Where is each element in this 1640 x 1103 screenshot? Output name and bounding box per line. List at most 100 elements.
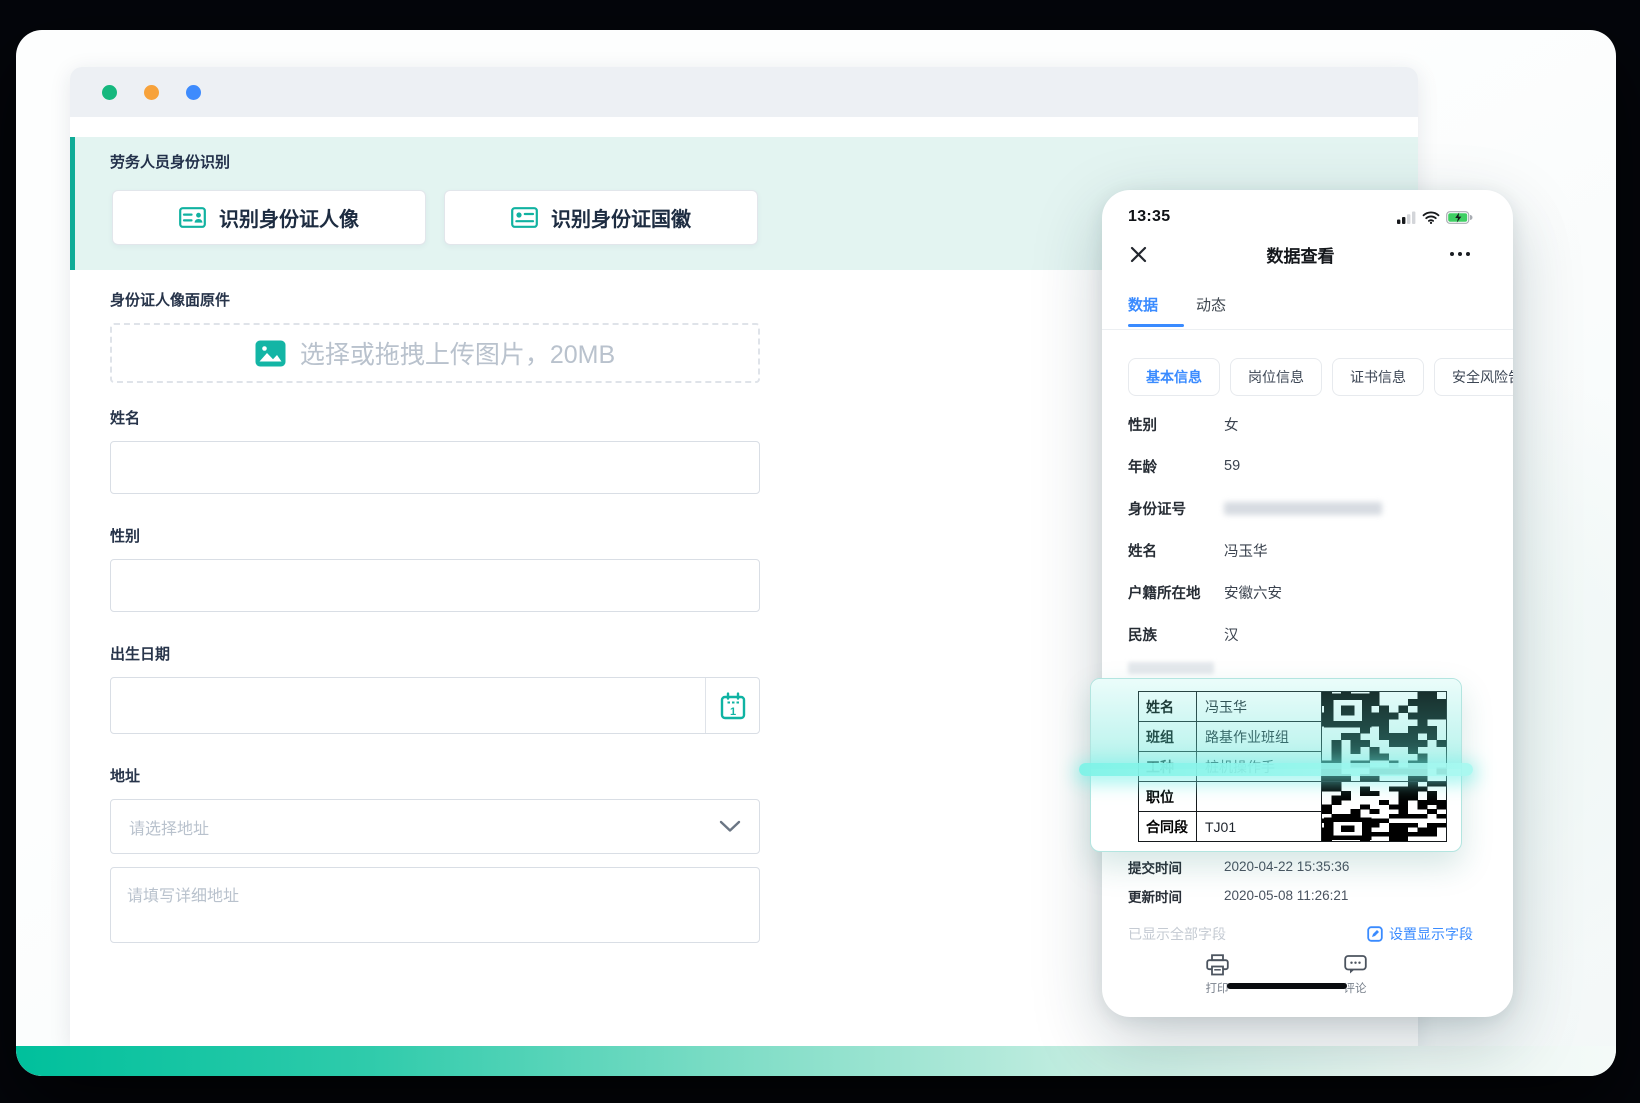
status-icons: [1397, 211, 1473, 224]
image-upload-icon: [255, 340, 286, 367]
badge-label: 工种: [1139, 752, 1197, 782]
calendar-icon: 1: [720, 692, 746, 720]
window-dot-minimize[interactable]: [144, 85, 159, 100]
gender-field-label: 性别: [110, 525, 140, 546]
comment-action-label: 评论: [1344, 980, 1367, 996]
field-value: 汉: [1224, 624, 1239, 645]
chip-basic-info[interactable]: 基本信息: [1128, 358, 1220, 396]
field-row: 姓名冯玉华: [1128, 529, 1473, 571]
badge-value: 路基作业班组: [1197, 722, 1322, 752]
field-row: 性别女: [1128, 403, 1473, 445]
field-value: 安徽六安: [1224, 582, 1282, 603]
more-button[interactable]: [1447, 249, 1473, 259]
badge-value: 冯玉华: [1197, 692, 1322, 722]
close-button[interactable]: [1128, 244, 1149, 265]
field-row: 民族汉: [1128, 613, 1473, 655]
recognize-portrait-button[interactable]: 识别身份证人像: [112, 190, 426, 245]
tab-activity[interactable]: 动态: [1196, 294, 1226, 315]
phone-nav-bar: 数据查看: [1128, 240, 1473, 268]
name-input[interactable]: [110, 441, 760, 494]
upload-field-label: 身份证人像面原件: [110, 289, 230, 310]
timestamp-fields: 提交时间2020-04-22 15:35:36 更新时间2020-05-08 1…: [1128, 852, 1473, 910]
field-row: 更新时间2020-05-08 11:26:21: [1128, 881, 1473, 910]
svg-text:1: 1: [729, 706, 735, 718]
chip-post-info[interactable]: 岗位信息: [1230, 358, 1322, 396]
birthdate-input[interactable]: [111, 678, 705, 733]
page-background: 劳务人员身份识别 识别身份证人像 识别身份证国徽 身份证人像面原件 选择或拖拽上…: [0, 0, 1640, 1103]
chip-certificate-info[interactable]: 证书信息: [1332, 358, 1424, 396]
recognize-emblem-button[interactable]: 识别身份证国徽: [444, 190, 758, 245]
badge-value: [1197, 782, 1322, 812]
set-visible-fields-button[interactable]: 设置显示字段: [1367, 924, 1473, 944]
recognize-portrait-label: 识别身份证人像: [219, 203, 359, 232]
bottom-accent-bar: [16, 1046, 1616, 1076]
section-accent-bar: [70, 137, 75, 270]
chip-safety-notice[interactable]: 安全风险告知: [1434, 358, 1513, 396]
field-value: 女: [1224, 414, 1239, 435]
qr-code-bottom: [1322, 782, 1447, 842]
badge-label: 职位: [1139, 782, 1197, 812]
upload-dropzone[interactable]: 选择或拖拽上传图片，20MB: [110, 323, 760, 383]
qr-code-top: [1322, 692, 1447, 782]
comment-action-button[interactable]: 评论: [1332, 954, 1378, 996]
cellular-signal-icon: [1397, 211, 1416, 224]
field-label: 更新时间: [1128, 886, 1224, 906]
field-row: 户籍所在地安徽六安: [1128, 571, 1473, 613]
section-title: 劳务人员身份识别: [110, 151, 230, 172]
field-label: 年龄: [1128, 456, 1224, 477]
more-icon: [1449, 251, 1471, 257]
recognize-emblem-label: 识别身份证国徽: [551, 203, 691, 232]
all-fields-shown-note: 已显示全部字段: [1128, 924, 1226, 944]
birthdate-input-group: 1: [110, 677, 760, 734]
name-field-label: 姓名: [110, 407, 140, 428]
phone-page-title: 数据查看: [1128, 242, 1473, 267]
gender-input[interactable]: [110, 559, 760, 612]
address-field-label: 地址: [110, 765, 140, 786]
print-action-label: 打印: [1206, 980, 1229, 996]
id-number-blurred-value: [1224, 502, 1382, 515]
printer-icon: [1206, 954, 1229, 976]
calendar-picker-button[interactable]: 1: [705, 678, 759, 733]
field-value: 冯玉华: [1224, 540, 1268, 561]
field-row: 提交时间2020-04-22 15:35:36: [1128, 852, 1473, 881]
badge-label: 班组: [1139, 722, 1197, 752]
phone-status-bar: 13:35: [1128, 206, 1473, 228]
address-select[interactable]: 请选择地址: [110, 799, 760, 854]
field-label: 姓名: [1128, 540, 1224, 561]
field-row: 身份证号: [1128, 487, 1473, 529]
app-card: 劳务人员身份识别 识别身份证人像 识别身份证国徽 身份证人像面原件 选择或拖拽上…: [16, 30, 1616, 1076]
tabs-divider: [1102, 329, 1513, 330]
field-value: 59: [1224, 458, 1240, 474]
badge-label: 姓名: [1139, 692, 1197, 722]
hidden-field-smudge: [1128, 662, 1214, 674]
window-dot-maximize[interactable]: [186, 85, 201, 100]
field-label: 户籍所在地: [1128, 582, 1224, 603]
info-category-chips: 基本信息 岗位信息 证书信息 安全风险告知: [1128, 358, 1513, 396]
recognition-buttons: 识别身份证人像 识别身份证国徽: [112, 190, 758, 245]
window-dot-close[interactable]: [102, 85, 117, 100]
tab-data[interactable]: 数据: [1128, 294, 1158, 315]
browser-titlebar: [70, 67, 1418, 117]
chevron-down-icon: [719, 820, 741, 833]
upload-hint-text: 选择或拖拽上传图片，20MB: [300, 335, 615, 371]
phone-tabs: 数据 动态: [1128, 294, 1473, 315]
print-action-button[interactable]: 打印: [1194, 954, 1240, 996]
field-row: 年龄59: [1128, 445, 1473, 487]
field-label: 性别: [1128, 414, 1224, 435]
field-label: 民族: [1128, 624, 1224, 645]
phone-panel: 13:35 数据查看 数据 动态: [1102, 190, 1513, 1017]
fields-footer: 已显示全部字段 设置显示字段: [1128, 920, 1473, 948]
basic-info-fields: 性别女 年龄59 身份证号 姓名冯玉华 户籍所在地安徽六安 民族汉: [1128, 403, 1473, 655]
badge-scan-overlay: 姓名 冯玉华 班组 路基作业班组 工种 桩机操作手 职位 合同段 TJ01: [1090, 678, 1462, 852]
field-label: 身份证号: [1128, 498, 1224, 519]
address-detail-textarea[interactable]: [110, 867, 760, 943]
field-value: 2020-05-08 11:26:21: [1224, 888, 1348, 903]
address-select-placeholder: 请选择地址: [129, 815, 719, 839]
badge-label: 合同段: [1139, 812, 1197, 842]
id-card-portrait-icon: [179, 207, 206, 228]
home-indicator[interactable]: [1227, 983, 1347, 989]
battery-charging-icon: [1446, 211, 1473, 224]
status-time: 13:35: [1128, 208, 1170, 226]
field-value: 2020-04-22 15:35:36: [1224, 859, 1349, 874]
active-tab-underline: [1128, 324, 1184, 327]
